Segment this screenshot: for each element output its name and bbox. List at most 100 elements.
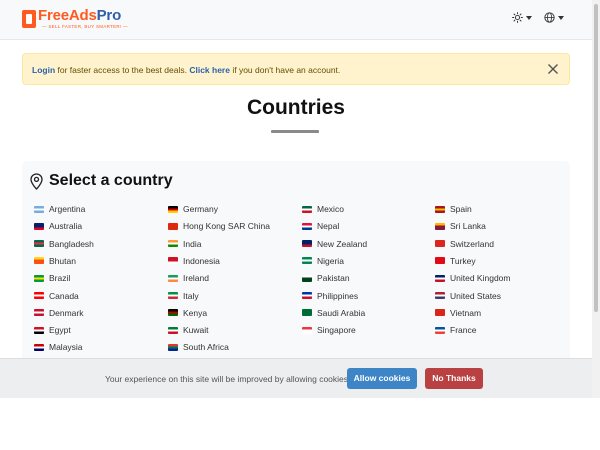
close-icon[interactable] <box>547 63 559 75</box>
flag-icon <box>168 257 178 265</box>
flag-icon <box>435 222 445 230</box>
map-pin-icon <box>30 172 43 190</box>
country-link[interactable]: Kuwait <box>168 324 209 336</box>
country-name: Bangladesh <box>49 238 94 249</box>
country-name: South Africa <box>183 342 229 353</box>
country-name: Brazil <box>49 273 71 284</box>
country-name: Nigeria <box>317 255 344 266</box>
country-link[interactable]: Saudi Arabia <box>302 307 365 319</box>
flag-icon <box>34 205 44 213</box>
country-name: France <box>450 325 477 336</box>
country-name: Switzerland <box>450 238 494 249</box>
country-name: Saudi Arabia <box>317 307 366 318</box>
country-link[interactable]: Sri Lanka <box>435 220 486 232</box>
login-link[interactable]: Login <box>32 65 55 75</box>
flag-icon <box>435 309 445 317</box>
country-link[interactable]: France <box>435 324 476 336</box>
scrollbar[interactable] <box>592 0 600 398</box>
title-divider <box>271 130 319 133</box>
language-selector-button[interactable] <box>544 12 564 23</box>
country-link[interactable]: Bhutan <box>34 255 76 267</box>
card-title: Select a country <box>49 172 173 189</box>
country-link[interactable]: Denmark <box>34 307 83 319</box>
country-link[interactable]: Switzerland <box>435 238 494 250</box>
country-name: Italy <box>183 290 199 301</box>
country-link[interactable]: Malaysia <box>34 341 83 353</box>
country-link[interactable]: Brazil <box>34 272 70 284</box>
country-name: Argentina <box>49 204 86 214</box>
theme-toggle-button[interactable] <box>512 12 532 23</box>
flag-icon <box>168 326 178 334</box>
country-link[interactable]: United States <box>435 290 501 302</box>
page-title: Countries <box>246 96 345 119</box>
decline-cookies-button[interactable]: No Thanks <box>425 368 483 389</box>
navbar-actions <box>512 12 564 23</box>
country-link[interactable]: Ireland <box>168 272 209 284</box>
country-link[interactable]: Indonesia <box>168 255 220 267</box>
country-name: Kuwait <box>183 325 209 336</box>
flag-icon <box>435 240 445 248</box>
site-logo[interactable]: FreeAdsPro — SELL FASTER, BUY SMARTER! — <box>22 8 128 30</box>
country-name: Australia <box>49 221 83 232</box>
chevron-down-icon <box>558 15 564 20</box>
country-name: Nepal <box>317 221 340 232</box>
country-name: India <box>183 238 202 249</box>
country-link[interactable]: Turkey <box>435 255 476 267</box>
scrollbar-thumb[interactable] <box>594 4 598 312</box>
register-link[interactable]: Click here <box>189 65 230 75</box>
country-link[interactable]: Kenya <box>168 307 207 319</box>
country-link[interactable]: Bangladesh <box>34 238 94 250</box>
country-link[interactable]: Spain <box>435 203 472 215</box>
flag-icon <box>302 309 312 317</box>
country-link[interactable]: Nepal <box>302 220 339 232</box>
flag-icon <box>302 292 312 299</box>
country-name: Hong Kong SAR China <box>183 221 270 232</box>
country-link[interactable]: Italy <box>168 290 199 302</box>
country-name: Egypt <box>49 325 71 336</box>
country-link[interactable]: Singapore <box>302 324 356 336</box>
country-link[interactable]: Australia <box>34 220 82 232</box>
flag-icon <box>302 205 312 213</box>
country-link[interactable]: India <box>168 238 201 250</box>
country-name: Malaysia <box>49 342 83 353</box>
flag-icon <box>302 240 312 248</box>
cookie-message: Your experience on this site will be imp… <box>105 374 351 384</box>
flag-icon <box>34 326 44 334</box>
country-name: Canada <box>49 290 79 301</box>
country-name: Singapore <box>317 325 356 336</box>
country-name: Spain <box>450 204 472 214</box>
country-name: United Kingdom <box>450 273 511 284</box>
country-link[interactable]: Nigeria <box>302 255 344 267</box>
country-link[interactable]: Egypt <box>34 324 71 336</box>
country-link[interactable]: Hong Kong SAR China <box>168 220 270 232</box>
allow-cookies-button[interactable]: Allow cookies <box>347 368 417 389</box>
country-link[interactable]: New Zealand <box>302 238 367 250</box>
country-link[interactable]: United Kingdom <box>435 272 510 284</box>
country-name: Mexico <box>317 204 344 214</box>
browser-viewport: FreeAdsPro — SELL FASTER, BUY SMARTER! — <box>0 0 600 450</box>
country-link[interactable]: Pakistan <box>302 272 350 284</box>
country-name: Vietnam <box>450 307 482 318</box>
sun-icon <box>512 12 523 23</box>
flag-icon <box>168 205 178 213</box>
flag-icon <box>435 326 445 334</box>
country-name: Sri Lanka <box>450 221 486 232</box>
country-name: Indonesia <box>183 255 220 266</box>
country-link[interactable]: Philippines <box>302 290 358 302</box>
country-link[interactable]: South Africa <box>168 341 229 353</box>
flag-icon <box>302 257 312 265</box>
globe-icon <box>544 12 555 23</box>
cookie-consent-bar: Your experience on this site will be imp… <box>0 358 592 398</box>
flag-icon <box>34 257 44 265</box>
country-link[interactable]: Canada <box>34 290 79 302</box>
country-name: Pakistan <box>317 273 350 284</box>
country-name: New Zealand <box>317 238 368 249</box>
country-name: Germany <box>183 204 218 214</box>
country-link[interactable]: Argentina <box>34 203 85 215</box>
country-link[interactable]: Germany <box>168 203 218 215</box>
flag-icon <box>435 205 445 213</box>
country-link[interactable]: Mexico <box>302 203 344 215</box>
country-name: United States <box>450 290 502 301</box>
country-link[interactable]: Vietnam <box>435 307 481 319</box>
logo-tagline: — SELL FASTER, BUY SMARTER! — <box>42 24 128 29</box>
